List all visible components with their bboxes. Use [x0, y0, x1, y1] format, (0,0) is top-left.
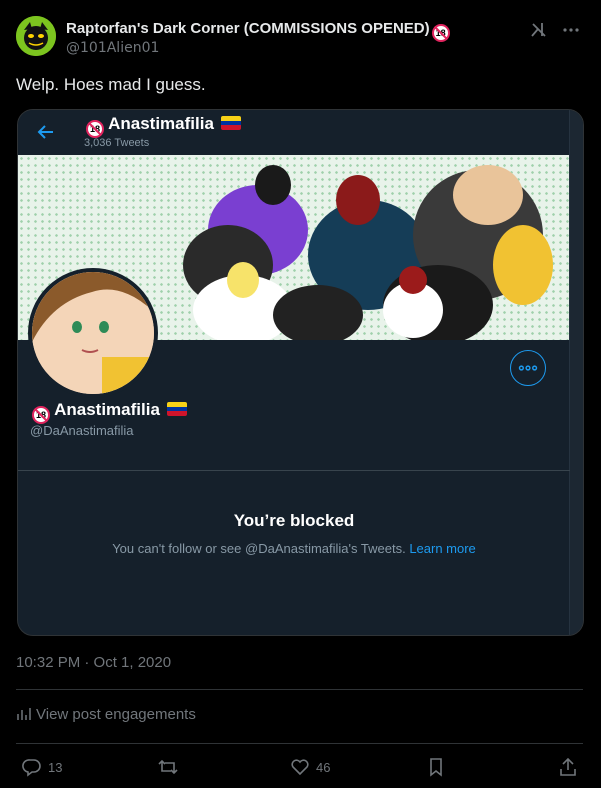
more-icon[interactable] [561, 20, 581, 40]
badge-18-icon: 18 [86, 120, 104, 138]
stats-icon [17, 708, 31, 720]
view-engagements-button[interactable]: View post engagements [16, 706, 196, 723]
back-icon [37, 125, 53, 139]
divider [18, 470, 570, 471]
blocked-title: You’re blocked [233, 511, 355, 530]
post-header: Raptorfan's Dark Corner (COMMISSIONS OPE… [16, 12, 585, 58]
share-icon [560, 757, 576, 776]
bookmark-button[interactable] [426, 756, 452, 778]
divider [16, 743, 583, 744]
venezuela-flag-icon [220, 116, 241, 130]
embed-scrollbar [569, 110, 583, 635]
embed-title: 18 Anastimafilia [84, 114, 241, 138]
blocked-message: You can't follow or see @DaAnastimafilia… [112, 541, 476, 556]
retweet-button[interactable] [158, 756, 184, 778]
venezuela-flag-icon [166, 402, 187, 416]
tweet-count: 3,036 Tweets [84, 137, 150, 149]
embed-topbar: 18 Anastimafilia 3,036 Tweets [18, 110, 583, 155]
badge-18-icon: 18 [431, 24, 450, 42]
share-button[interactable] [558, 756, 584, 778]
grok-icon[interactable] [529, 20, 549, 40]
embedded-image[interactable]: 18 Anastimafilia 3,036 Tweets 18 Anastim… [17, 109, 584, 636]
more-circle-icon [510, 350, 546, 386]
author-name[interactable]: Raptorfan's Dark Corner (COMMISSIONS OPE… [66, 20, 450, 42]
profile-handle: @DaAnastimafilia [30, 423, 134, 438]
retweet-icon [158, 759, 178, 775]
author-handle[interactable]: @101Alien01 [66, 40, 159, 56]
post-timestamp[interactable]: 10:32 PM · Oct 1, 2020 [16, 654, 171, 671]
profile-avatar [28, 268, 158, 398]
post-text: Welp. Hoes mad I guess. [16, 75, 206, 94]
reply-button[interactable]: 13 [22, 756, 62, 778]
badge-18-icon: 18 [32, 406, 50, 424]
like-icon [291, 759, 309, 776]
reply-icon [22, 759, 41, 777]
divider [16, 689, 583, 690]
like-button[interactable]: 46 [290, 756, 330, 778]
bookmark-icon [430, 758, 442, 777]
author-avatar[interactable] [16, 16, 56, 56]
profile-name: 18 Anastimafilia [30, 400, 187, 424]
action-bar: 13 46 [16, 752, 585, 782]
learn-more-link: Learn more [409, 541, 476, 556]
